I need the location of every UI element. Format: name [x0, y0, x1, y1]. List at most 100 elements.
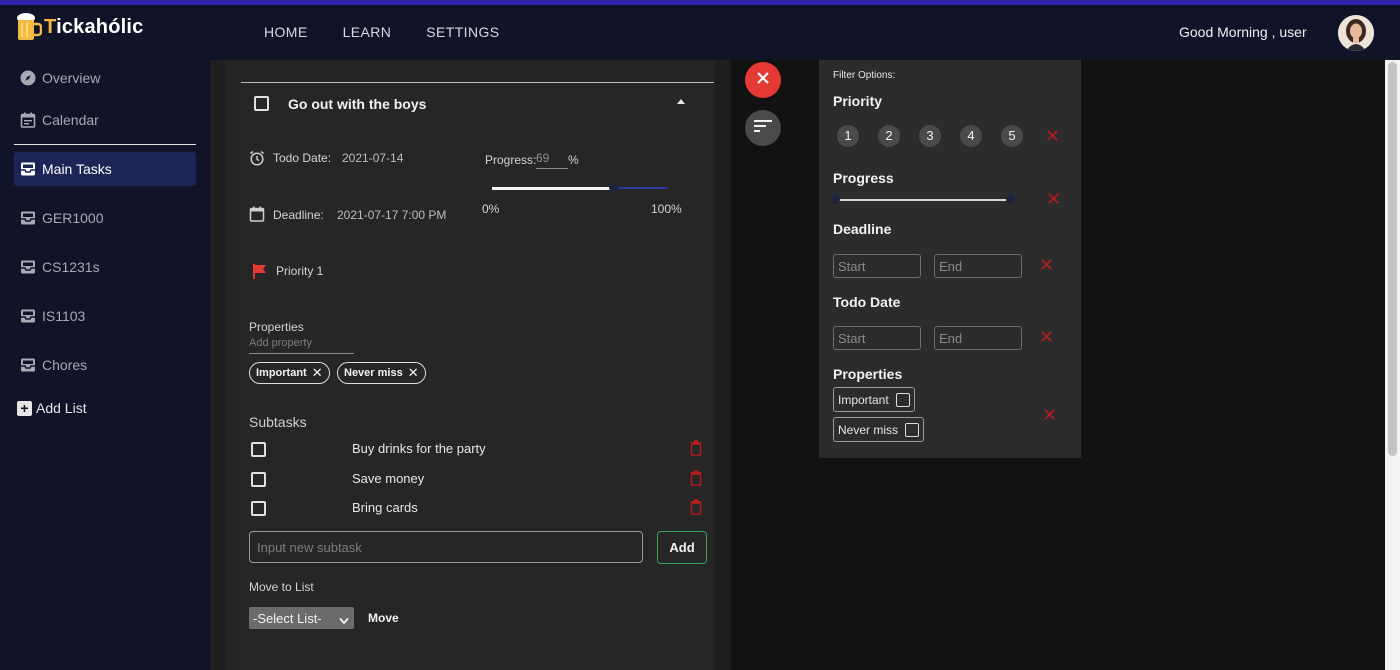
remove-tag-icon[interactable]: ✕	[408, 365, 419, 381]
compass-icon	[20, 70, 36, 86]
priority-label[interactable]: Priority 1	[276, 264, 323, 278]
filter-progress-slider[interactable]	[831, 195, 1015, 204]
filter-todo-date-heading: Todo Date	[833, 294, 901, 310]
todo-end-input[interactable]	[934, 326, 1022, 350]
close-button[interactable]	[745, 62, 781, 98]
add-subtask-button[interactable]: Add	[657, 531, 707, 564]
progress-input[interactable]: 69	[536, 151, 568, 169]
inbox-icon	[20, 357, 36, 373]
priority-option-1[interactable]: 1	[837, 125, 859, 147]
clear-progress-icon[interactable]: ✕	[1046, 190, 1061, 208]
add-property-input[interactable]: Add property	[249, 337, 354, 354]
sidebar-item-label: Main Tasks	[42, 161, 112, 177]
clear-properties-icon[interactable]: ✕	[1042, 406, 1057, 424]
slider-thumb-max[interactable]	[1006, 195, 1015, 204]
deadline-label: Deadline:	[273, 208, 324, 222]
beer-mug-icon	[16, 12, 43, 42]
avatar[interactable]	[1338, 15, 1374, 51]
properties-label: Properties	[249, 320, 304, 334]
nav-learn[interactable]: LEARN	[343, 24, 392, 40]
clear-todo-date-icon[interactable]: ✕	[1039, 328, 1054, 346]
sidebar-item-overview[interactable]: Overview	[14, 61, 196, 95]
trash-icon[interactable]	[690, 440, 702, 456]
user-greeting: Good Morning , user	[1179, 24, 1307, 40]
priority-option-5[interactable]: 5	[1001, 125, 1023, 147]
clear-deadline-icon[interactable]: ✕	[1039, 256, 1054, 274]
nav-settings[interactable]: SETTINGS	[426, 24, 499, 40]
calendar-icon	[20, 112, 36, 128]
scrollbar-thumb[interactable]	[1388, 62, 1397, 456]
filter-property-important[interactable]: Important	[833, 387, 915, 412]
tag-chip-important: Important ✕	[249, 362, 330, 384]
sidebar-item-chores[interactable]: Chores	[14, 348, 196, 382]
sidebar-item-cs1231s[interactable]: CS1231s	[14, 250, 196, 284]
collapse-caret-icon[interactable]	[677, 99, 685, 104]
progress-slider-fill	[492, 186, 613, 190]
deadline-start-input[interactable]	[833, 254, 921, 278]
inbox-icon	[20, 210, 36, 226]
sidebar-item-calendar[interactable]: Calendar	[14, 103, 196, 137]
progress-slider-track[interactable]	[492, 183, 668, 192]
subtask-text: Save money	[352, 471, 425, 486]
subtask-checkbox[interactable]	[251, 472, 266, 487]
app-name: Tickahólic	[44, 15, 144, 38]
slider-thumb-min[interactable]	[831, 195, 840, 204]
add-list-button[interactable]: + Add List	[17, 400, 87, 416]
list-item: Buy drinks for the party	[249, 438, 709, 462]
sidebar-item-ger1000[interactable]: GER1000	[14, 201, 196, 235]
priority-option-4[interactable]: 4	[960, 125, 982, 147]
tag-label: Never miss	[344, 367, 403, 379]
chevron-down-icon	[339, 613, 349, 628]
sidebar-divider	[14, 144, 196, 145]
deadline-end-input[interactable]	[934, 254, 1022, 278]
filter-property-never-miss[interactable]: Never miss	[833, 417, 925, 442]
subtask-checkbox[interactable]	[251, 442, 266, 457]
sidebar-item-label: Calendar	[42, 112, 99, 128]
progress-min-label: 0%	[482, 202, 500, 216]
filter-title: Filter Options:	[833, 70, 896, 81]
sidebar-item-label: CS1231s	[42, 259, 100, 275]
new-subtask-input[interactable]	[249, 531, 643, 563]
app-logo[interactable]: Tickahólic	[16, 12, 143, 42]
tag-chip-never-miss: Never miss ✕	[337, 362, 426, 384]
subtasks-label: Subtasks	[249, 414, 307, 430]
trash-icon[interactable]	[690, 499, 702, 515]
property-label: Never miss	[838, 422, 899, 437]
sidebar-item-main-tasks[interactable]: Main Tasks	[14, 152, 196, 186]
trash-icon[interactable]	[690, 470, 702, 486]
sidebar-item-label: Chores	[42, 357, 88, 373]
task-title: Go out with the boys	[288, 96, 427, 112]
clear-priority-icon[interactable]: ✕	[1045, 127, 1060, 145]
subtask-text: Bring cards	[352, 500, 418, 515]
remove-tag-icon[interactable]: ✕	[312, 365, 323, 381]
subtask-text: Buy drinks for the party	[352, 441, 486, 456]
main-nav: HOME LEARN SETTINGS	[264, 24, 535, 40]
property-checkbox[interactable]	[905, 422, 920, 437]
property-checkbox[interactable]	[895, 392, 910, 407]
filter-button[interactable]	[745, 110, 781, 146]
progress-max-label: 100%	[651, 202, 682, 216]
sidebar: Overview Calendar Main Tasks GER1000 CS1…	[0, 60, 210, 670]
todo-start-input[interactable]	[833, 326, 921, 350]
todo-date-value[interactable]: 2021-07-14	[342, 151, 403, 165]
task-checkbox[interactable]	[254, 96, 269, 111]
sidebar-item-is1103[interactable]: IS1103	[14, 299, 196, 333]
sidebar-item-label: IS1103	[42, 308, 86, 324]
deadline-value[interactable]: 2021-07-17 7:00 PM	[337, 208, 446, 222]
priority-option-3[interactable]: 3	[919, 125, 941, 147]
progress-slider-thumb[interactable]	[609, 183, 618, 192]
list-item: Bring cards	[249, 497, 709, 521]
filter-deadline-heading: Deadline	[833, 221, 892, 237]
select-value: -Select List-	[253, 610, 322, 626]
nav-home[interactable]: HOME	[264, 24, 308, 40]
subtask-checkbox[interactable]	[251, 501, 266, 516]
priority-option-2[interactable]: 2	[878, 125, 900, 147]
list-item: Save money	[249, 468, 709, 492]
progress-label: Progress:	[485, 153, 537, 167]
filter-properties-heading: Properties	[833, 366, 903, 382]
alarm-clock-icon	[249, 150, 265, 171]
filter-priority-heading: Priority	[833, 93, 883, 109]
progress-unit: %	[568, 153, 579, 167]
list-select[interactable]: -Select List-	[249, 607, 354, 629]
move-button[interactable]: Move	[368, 611, 399, 625]
